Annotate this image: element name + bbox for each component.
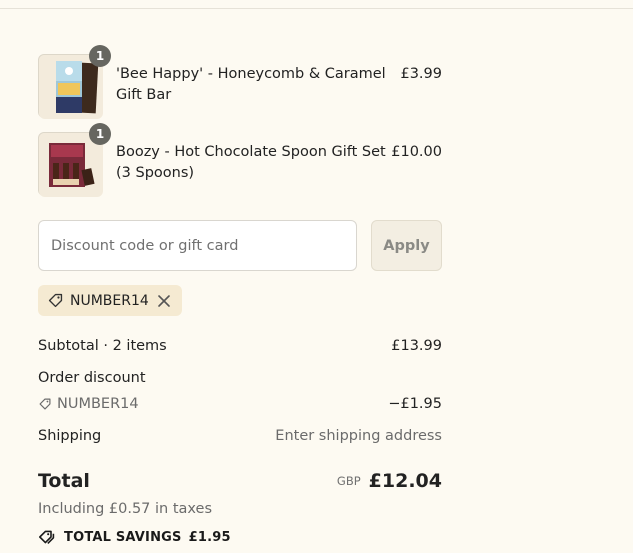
product-title-line: (3 Spoons) (116, 165, 195, 181)
total-savings: TOTAL SAVINGS £1.95 (38, 529, 231, 545)
product-title-line: Boozy - Hot Chocolate Spoon Gift Set (116, 144, 386, 160)
product-price: £3.99 (400, 66, 442, 82)
top-divider (0, 8, 633, 9)
shipping-row: Shipping Enter shipping address (38, 428, 442, 444)
quantity-badge: 1 (89, 123, 111, 145)
total-amount: £12.04 (368, 470, 442, 492)
discount-code-input[interactable] (38, 220, 357, 271)
product-title-line: Gift Bar (116, 87, 172, 103)
cart-line-item: 1 Boozy - Hot Chocolate Spoon Gift Set (… (38, 123, 442, 197)
product-title-line: 'Bee Happy' - Honeycomb & Caramel (116, 66, 386, 82)
subtotal-label: Subtotal · 2 items (38, 338, 167, 354)
remove-discount-icon[interactable] (157, 294, 171, 308)
total-label: Total (38, 470, 90, 492)
product-thumbnail: 1 (38, 123, 111, 197)
discount-amount: −£1.95 (388, 396, 442, 412)
discount-code-info: NUMBER14 (38, 396, 139, 412)
apply-discount-button[interactable]: Apply (371, 220, 442, 271)
tag-icon (38, 397, 52, 411)
discount-code-label: NUMBER14 (57, 396, 139, 412)
product-title: Boozy - Hot Chocolate Spoon Gift Set (3 … (116, 142, 386, 184)
savings-value: £1.95 (188, 529, 231, 545)
product-thumbnail: 1 (38, 45, 111, 119)
savings-tag-icon (38, 529, 56, 545)
product-price: £10.00 (391, 144, 442, 160)
subtotal-value: £13.99 (391, 338, 442, 354)
taxes-note: Including £0.57 in taxes (38, 501, 213, 517)
subtotal-row: Subtotal · 2 items £13.99 (38, 338, 442, 354)
shipping-value: Enter shipping address (275, 428, 442, 444)
order-discount-label: Order discount (38, 370, 146, 386)
shipping-label: Shipping (38, 428, 102, 444)
quantity-badge: 1 (89, 45, 111, 67)
total-row: Total GBP £12.04 (38, 470, 442, 492)
savings-label: TOTAL SAVINGS (64, 529, 182, 545)
applied-discount-tag: NUMBER14 (38, 285, 182, 316)
cart-line-item: 1 'Bee Happy' - Honeycomb & Caramel Gift… (38, 45, 442, 119)
total-amount-group: GBP £12.04 (337, 470, 442, 492)
tag-icon (47, 292, 64, 309)
applied-discount-code: NUMBER14 (70, 292, 149, 309)
product-title: 'Bee Happy' - Honeycomb & Caramel Gift B… (116, 64, 386, 106)
currency-code: GBP (336, 474, 361, 488)
discount-code-row: NUMBER14 −£1.95 (38, 396, 442, 415)
order-discount-row: Order discount (38, 370, 442, 386)
